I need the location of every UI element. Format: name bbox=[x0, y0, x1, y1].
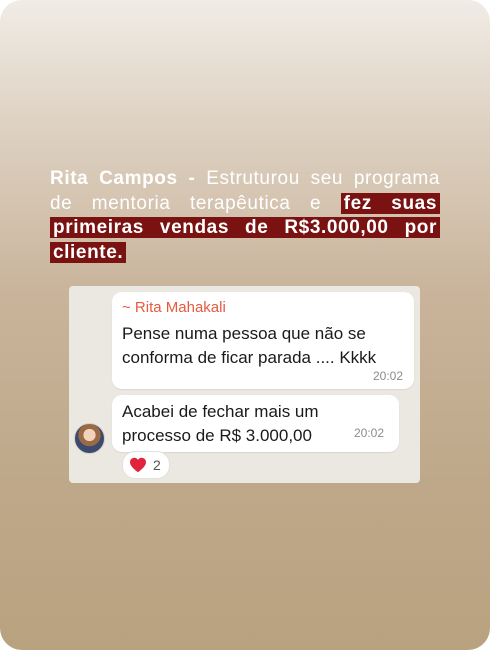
message-sender[interactable]: ~ Rita Mahakali bbox=[122, 299, 226, 316]
message-time: 20:02 bbox=[372, 369, 403, 383]
chat-message-1[interactable]: ~ Rita Mahakali Pense numa pessoa que nã… bbox=[112, 292, 414, 389]
message-text: Acabei de fechar mais um processo de R$ … bbox=[122, 402, 319, 445]
message-text: Pense numa pessoa que não se conforma de… bbox=[122, 324, 377, 367]
testimonial-card: Rita Campos - Estruturou seu programa de… bbox=[0, 0, 490, 650]
chat-screenshot: ~ Rita Mahakali Pense numa pessoa que nã… bbox=[69, 286, 420, 483]
reaction-badge[interactable]: 2 bbox=[122, 451, 170, 479]
message-time: 20:02 bbox=[353, 426, 384, 440]
testimonial-caption: Rita Campos - Estruturou seu programa de… bbox=[50, 167, 440, 265]
client-name: Rita Campos - bbox=[50, 168, 196, 189]
reaction-count: 2 bbox=[153, 457, 161, 473]
chat-message-2[interactable]: Acabei de fechar mais um processo de R$ … bbox=[112, 395, 399, 452]
avatar[interactable] bbox=[74, 423, 105, 454]
red-heart-icon bbox=[130, 457, 146, 473]
